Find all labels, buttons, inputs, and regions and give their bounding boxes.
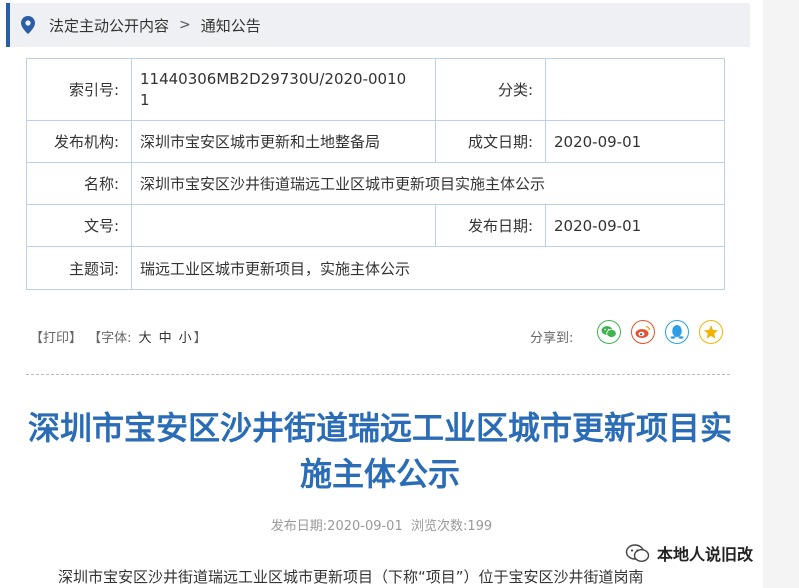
font-large-button[interactable]: 大 xyxy=(139,331,152,346)
index-value: 11440306MB2D29730U/2020-0010 1 xyxy=(131,58,436,121)
share-qzone-button[interactable] xyxy=(699,320,723,344)
subject-value: 瑞远工业区城市更新项目，实施主体公示 xyxy=(131,246,725,290)
article-publish-date: 2020-09-01 xyxy=(327,519,403,534)
breadcrumb: 法定主动公开内容 > 通知公告 xyxy=(6,3,750,47)
share-qq-button[interactable] xyxy=(665,320,689,344)
font-medium-button[interactable]: 中 xyxy=(159,331,172,346)
weibo-icon xyxy=(635,325,651,338)
font-size-label-open: 【字体: xyxy=(88,331,132,346)
share-label: 分享到: xyxy=(530,331,574,346)
issuer-value: 深圳市宝安区城市更新和土地整备局 xyxy=(131,120,436,163)
breadcrumb-item-notices[interactable]: 通知公告 xyxy=(201,15,261,36)
location-pin-icon xyxy=(21,16,35,34)
wechat-official-account-icon xyxy=(625,544,650,563)
article-title: 深圳市宝安区沙井街道瑞远工业区城市更新项目实 施主体公示 xyxy=(27,409,732,493)
qzone-icon xyxy=(704,325,718,339)
font-small-button[interactable]: 小 xyxy=(179,331,192,346)
qq-icon xyxy=(670,325,684,339)
share-wechat-button[interactable] xyxy=(597,320,621,344)
font-size-label-close: 】 xyxy=(193,331,207,346)
breadcrumb-item-public-content[interactable]: 法定主动公开内容 xyxy=(49,15,169,36)
article-body: 深圳市宝安区沙井街道瑞远工业区城市更新项目（下称“项目”）位于宝安区沙井街道岗南 xyxy=(58,568,644,586)
article-toolbar: 【打印】 【字体: 大中小】 分享到: xyxy=(30,320,730,348)
publish-date-value: 2020-09-01 xyxy=(545,204,725,247)
category-value xyxy=(545,58,725,121)
issuer-label: 发布机构: xyxy=(26,120,132,163)
view-count: 199 xyxy=(467,519,493,534)
share-weibo-button[interactable] xyxy=(631,320,655,344)
wechat-icon xyxy=(601,326,617,338)
written-date-value: 2020-09-01 xyxy=(545,120,725,163)
doc-number-label: 文号: xyxy=(26,204,132,247)
name-label: 名称: xyxy=(26,162,132,205)
name-value: 深圳市宝安区沙井街道瑞远工业区城市更新项目实施主体公示 xyxy=(131,162,725,205)
subject-label: 主题词: xyxy=(26,246,132,290)
doc-number-value xyxy=(131,204,436,247)
divider xyxy=(26,374,730,375)
scroll-gutter xyxy=(763,0,799,588)
article-meta: 发布日期:2020-09-01 浏览次数:199 xyxy=(270,519,493,534)
document-info-table: 索引号: 11440306MB2D29730U/2020-0010 1 分类: 发… xyxy=(26,58,725,290)
publish-date-label: 发布日期: xyxy=(435,204,546,247)
written-date-label: 成文日期: xyxy=(435,120,546,163)
watermark: 本地人说旧改 xyxy=(625,541,753,565)
index-label: 索引号: xyxy=(26,58,132,121)
print-button[interactable]: 【打印】 xyxy=(30,331,82,346)
category-label: 分类: xyxy=(435,58,546,121)
chevron-right-icon: > xyxy=(179,17,191,33)
